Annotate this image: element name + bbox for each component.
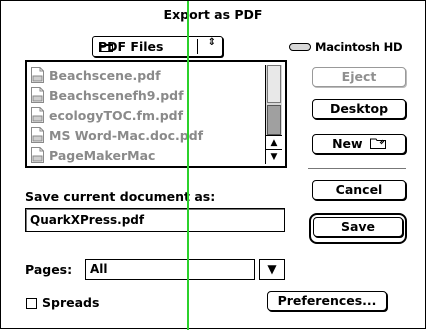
cancel-button[interactable]: Cancel <box>312 180 406 200</box>
preferences-button[interactable]: Preferences... <box>267 291 387 311</box>
pdf-file-icon <box>31 67 44 83</box>
pdf-file-icon <box>31 87 44 103</box>
list-item[interactable]: MS Word-Mac.doc.pdf <box>30 125 267 145</box>
scroll-grip[interactable] <box>267 65 281 103</box>
chevron-down-icon[interactable]: ▼ <box>259 259 285 280</box>
export-pdf-dialog: Export as PDF PDF Files ⇕ Macintosh HD B… <box>0 0 426 330</box>
save-button[interactable]: Save <box>313 217 403 237</box>
folder-popup[interactable]: PDF Files ⇕ <box>92 36 223 57</box>
pdf-file-icon <box>31 127 44 143</box>
folder-popup-label: PDF Files <box>98 39 164 54</box>
new-folder-button[interactable]: New <box>312 134 406 154</box>
popup-arrows-icon: ⇕ <box>207 37 216 48</box>
file-list[interactable]: Beachscene.pdf Beachscenefh9.pdf ecology… <box>25 60 287 168</box>
scroll-thumb[interactable] <box>267 105 281 135</box>
new-folder-icon <box>369 138 386 149</box>
file-name: PageMakerMac <box>49 147 156 163</box>
new-button-label: New <box>332 136 363 151</box>
pdf-file-icon <box>31 147 44 163</box>
list-item[interactable]: ecologyTOC.fm.pdf <box>30 105 267 125</box>
pages-select[interactable]: All <box>85 259 255 280</box>
desktop-button[interactable]: Desktop <box>312 99 406 119</box>
scroll-up-arrow-icon[interactable]: ▲ <box>266 135 282 149</box>
file-list-scrollbar[interactable]: ▲ ▼ <box>265 65 282 164</box>
eject-button[interactable]: Eject <box>312 67 406 87</box>
volume-name: Macintosh HD <box>315 40 403 54</box>
scroll-down-arrow-icon[interactable]: ▼ <box>266 149 282 163</box>
filename-field[interactable]: QuarkXPress.pdf <box>25 208 285 232</box>
list-item[interactable]: PageMakerMac <box>30 145 267 164</box>
file-name: Beachscenefh9.pdf <box>49 87 184 103</box>
overlay-line <box>187 1 189 330</box>
pdf-file-icon <box>31 107 44 123</box>
separator <box>308 168 406 169</box>
list-item[interactable]: Beachscene.pdf <box>30 65 267 85</box>
volume-label: Macintosh HD <box>289 40 403 54</box>
spreads-checkbox[interactable] <box>26 298 37 309</box>
file-name: Beachscene.pdf <box>49 67 161 83</box>
file-name: MS Word-Mac.doc.pdf <box>49 127 204 143</box>
spreads-label: Spreads <box>42 295 100 310</box>
dialog-title: Export as PDF <box>163 7 263 22</box>
file-name: ecologyTOC.fm.pdf <box>49 107 184 123</box>
list-item[interactable]: Beachscenefh9.pdf <box>30 85 267 105</box>
pages-label: Pages: <box>25 262 73 277</box>
hard-disk-icon <box>289 43 311 51</box>
